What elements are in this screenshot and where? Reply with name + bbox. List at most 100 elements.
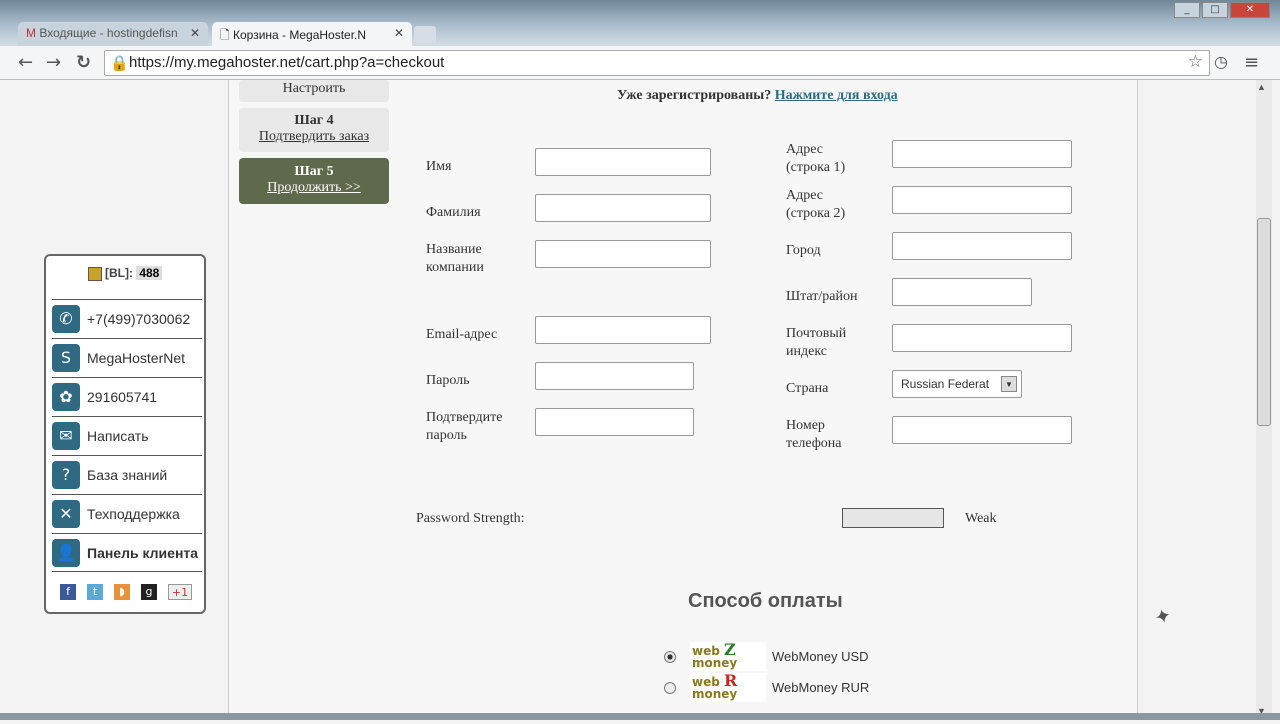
address1-input[interactable] [892, 140, 1072, 168]
label-address1: Адрес (строка 1) [786, 142, 846, 175]
phone-input[interactable] [892, 416, 1072, 444]
menu-icon[interactable]: ≡ [1244, 52, 1259, 73]
label-city: Город [786, 243, 821, 258]
icq-flower-icon: ✿ [52, 383, 80, 411]
password-strength-label: Password Strength: [416, 511, 525, 526]
label-state: Штат/район [786, 289, 858, 304]
confirm-password-input[interactable] [535, 408, 694, 436]
close-icon[interactable]: ✕ [394, 26, 404, 40]
close-window-button[interactable]: ✕ [1230, 2, 1270, 18]
history-icon[interactable]: ◷ [1214, 52, 1228, 71]
label-phone: Номер телефона [786, 418, 842, 451]
reload-icon[interactable]: ↻ [76, 52, 91, 73]
tab-cart[interactable]: 🗋 Корзина - MegaHoster.N ✕ [212, 22, 412, 46]
login-link[interactable]: Нажмите для входа [775, 88, 898, 103]
google-plus-one-icon[interactable]: +1 [168, 584, 192, 600]
sidebar-item-label: +7(499)7030062 [87, 311, 191, 327]
bl-counter: [BL]: 488 [46, 266, 204, 281]
label-country: Страна [786, 381, 829, 396]
login-prompt: Уже зарегистрированы? Нажмите для входа [617, 88, 898, 104]
sidebar-item-label: Техподдержка [87, 506, 180, 522]
state-input[interactable] [892, 278, 1032, 306]
email-input[interactable] [535, 316, 711, 344]
page-icon: 🗋 [220, 28, 233, 42]
scroll-up-icon[interactable]: ▲ [1257, 82, 1266, 92]
rss-icon[interactable]: ◗ [114, 584, 130, 600]
sidebar-item-label: MegaHosterNet [87, 350, 186, 366]
tab-inbox[interactable]: M Входящие - hostingdefisn ✕ [18, 22, 208, 46]
sidebar-item-label: Написать [87, 428, 149, 444]
google-plus-icon[interactable]: g [141, 584, 157, 600]
twitter-icon[interactable]: t [87, 584, 103, 600]
step4-link[interactable]: Подтвердить заказ [259, 129, 369, 144]
step-4: Шаг 4 Подтвердить заказ [239, 108, 389, 152]
tab-label: Входящие - hostingdefisn [39, 26, 178, 40]
label-last-name: Фамилия [426, 205, 481, 220]
sidebar-item-support[interactable]: ✕ Техподдержка [52, 494, 202, 533]
step-configure[interactable]: Настроить [239, 80, 389, 102]
tab-label: Корзина - MegaHoster.N [232, 28, 367, 42]
chevron-down-icon[interactable]: ▼ [1001, 376, 1017, 392]
address-bar[interactable]: 🔒 https://my.megahoster.net/cart.php?a=ch… [104, 50, 1210, 76]
company-input[interactable] [535, 240, 711, 268]
step-title: Шаг 4 [294, 113, 334, 128]
currency-letter: R [724, 671, 738, 690]
radio-button[interactable] [664, 681, 676, 694]
password-strength-value: Weak [965, 511, 997, 526]
skype-icon: S [52, 344, 80, 372]
label-first-name: Имя [426, 159, 452, 174]
sidebar-item-client-panel[interactable]: 👤 Панель клиента [52, 533, 202, 572]
radio-button[interactable] [664, 650, 676, 663]
sidebar-item-icq[interactable]: ✿ 291605741 [52, 377, 202, 416]
sidebar-item-label: 291605741 [87, 389, 158, 405]
label-email: Email-адрес [426, 327, 498, 342]
last-name-input[interactable] [535, 194, 711, 222]
tools-icon: ✕ [52, 500, 80, 528]
bl-label: [BL]: [104, 266, 133, 280]
close-icon[interactable]: ✕ [190, 26, 200, 40]
sidebar-item-write[interactable]: ✉ Написать [52, 416, 202, 455]
step-5: Шаг 5 Продолжить >> [239, 158, 389, 204]
payment-option-webmoney-usd[interactable]: web Zmoney WebMoney USD [664, 642, 869, 671]
sidebar-item-knowledge-base[interactable]: ? База знаний [52, 455, 202, 494]
facebook-icon[interactable]: f [60, 584, 76, 600]
webmoney-logo: web Rmoney [690, 673, 766, 702]
payment-title: Способ оплаты [688, 590, 843, 612]
label-password: Пароль [426, 373, 470, 388]
sidebar-item-phone[interactable]: ✆ +7(499)7030062 [52, 299, 202, 338]
mail-icon: ✉ [52, 422, 80, 450]
login-text: Уже зарегистрированы? [617, 88, 772, 103]
payment-label: WebMoney RUR [772, 680, 870, 695]
step5-link[interactable]: Продолжить >> [267, 180, 361, 195]
star-icon[interactable]: ☆ [1188, 52, 1203, 72]
city-input[interactable] [892, 232, 1072, 260]
label-company: Название компании [426, 242, 484, 275]
label-postcode: Почтовый индекс [786, 326, 847, 359]
minimize-button[interactable]: _ [1174, 2, 1200, 18]
label-confirm-password: Подтвердите пароль [426, 410, 503, 443]
payment-label: WebMoney USD [772, 649, 869, 664]
first-name-input[interactable] [535, 148, 711, 176]
sidebar-item-skype[interactable]: S MegaHosterNet [52, 338, 202, 377]
password-input[interactable] [535, 362, 694, 390]
folder-icon [87, 266, 102, 281]
step-title: Шаг 5 [294, 164, 334, 179]
postcode-input[interactable] [892, 324, 1072, 352]
payment-option-webmoney-rur[interactable]: web Rmoney WebMoney RUR [664, 673, 869, 702]
country-select[interactable]: Russian Federat ▼ [892, 370, 1022, 398]
maximize-button[interactable]: □ [1202, 2, 1228, 18]
country-value: Russian Federat [901, 377, 990, 391]
scrollbar-thumb[interactable] [1257, 218, 1271, 426]
user-icon: 👤 [52, 538, 80, 567]
address2-input[interactable] [892, 186, 1072, 214]
step-label: Настроить [282, 81, 346, 96]
new-tab-button[interactable] [414, 26, 436, 44]
contact-sidebar: [BL]: 488 ✆ +7(499)7030062 S MegaHosterNet… [44, 254, 206, 614]
bl-value: 488 [136, 266, 163, 280]
label-address2: Адрес (строка 2) [786, 188, 846, 221]
password-strength-bar [842, 508, 944, 528]
forward-icon[interactable]: → [46, 52, 61, 73]
phone-icon: ✆ [52, 305, 80, 333]
sidebar-item-label: База знаний [87, 467, 168, 483]
back-icon[interactable]: ← [18, 52, 33, 73]
